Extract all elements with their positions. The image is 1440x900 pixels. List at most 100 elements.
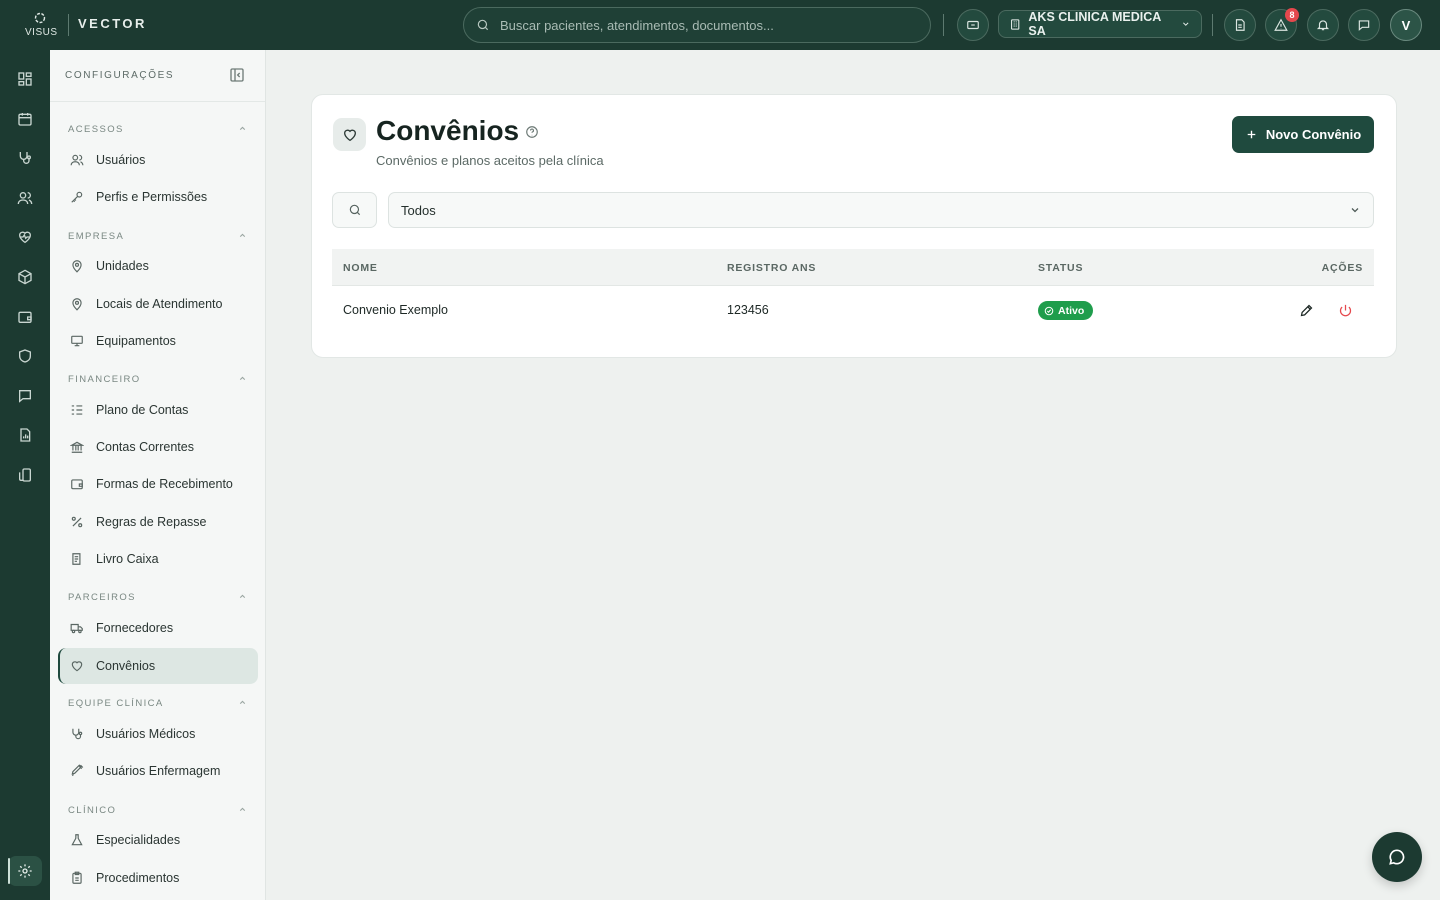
plus-icon xyxy=(1247,130,1256,139)
heart-icon xyxy=(333,118,366,151)
page-title: Convênios xyxy=(376,115,520,146)
sidebar-item-label: Unidades xyxy=(96,259,149,273)
visus-logo[interactable]: VISUS xyxy=(22,12,58,38)
sidebar-item-label: Equipamentos xyxy=(96,334,176,348)
syringe-icon xyxy=(71,764,84,777)
sidebar-item-usuarios[interactable]: Usuários xyxy=(58,142,258,178)
calendar-icon[interactable] xyxy=(14,108,36,130)
divider xyxy=(68,14,69,36)
section-label-equipe-clinica: EQUIPE CLÍNICA xyxy=(68,698,164,709)
sidebar-title: CONFIGURAÇÕES xyxy=(65,70,175,81)
sidebar-item-livro-caixa[interactable]: Livro Caixa xyxy=(58,541,258,577)
chevron-up-icon[interactable] xyxy=(238,231,247,240)
message-icon[interactable] xyxy=(14,385,36,407)
column-header-status[interactable]: STATUS xyxy=(1038,262,1083,274)
wallet-icon xyxy=(71,479,83,490)
dashboard-icon[interactable] xyxy=(14,68,36,90)
sidebar-item-procedimentos[interactable]: Procedimentos xyxy=(58,860,258,896)
tablet-icon[interactable] xyxy=(14,464,36,486)
sidebar-item-regras-repasse[interactable]: Regras de Repasse xyxy=(58,504,258,540)
sidebar-item-plano-contas[interactable]: Plano de Contas xyxy=(58,392,258,428)
cell-registry: 123456 xyxy=(727,303,769,317)
section-label-acessos: ACESSOS xyxy=(68,124,124,135)
sidebar-header: CONFIGURAÇÕES xyxy=(50,50,265,102)
documents-button[interactable] xyxy=(1224,9,1256,41)
sidebar-item-locais[interactable]: Locais de Atendimento xyxy=(58,286,258,322)
alerts-count-badge: 8 xyxy=(1285,8,1299,22)
chevron-down-icon xyxy=(1183,22,1189,26)
column-header-actions: AÇÕES xyxy=(1321,262,1363,274)
chevron-up-icon[interactable] xyxy=(238,592,247,601)
rail-active-indicator xyxy=(8,858,10,884)
sidebar-item-label: Perfis e Permissões xyxy=(96,190,208,204)
status-filter-value: Todos xyxy=(401,202,436,218)
sidebar-item-usuarios-enfermagem[interactable]: Usuários Enfermagem xyxy=(58,753,258,789)
status-filter-select[interactable]: Todos xyxy=(388,192,1374,228)
chevron-up-icon[interactable] xyxy=(238,374,247,383)
chevron-down-icon xyxy=(1351,208,1359,213)
check-circle-icon xyxy=(1044,306,1054,315)
sidebar-item-unidades[interactable]: Unidades xyxy=(58,248,258,284)
chevron-up-icon[interactable] xyxy=(238,698,247,707)
map-pin-icon xyxy=(72,260,82,273)
sidebar-item-fornecedores[interactable]: Fornecedores xyxy=(58,610,258,646)
chevron-up-icon[interactable] xyxy=(238,805,247,814)
status-label: Ativo xyxy=(1058,304,1085,317)
ticket-button[interactable] xyxy=(957,9,989,41)
search-input[interactable] xyxy=(500,8,920,42)
sidebar-item-label: Plano de Contas xyxy=(96,403,189,417)
sidebar-item-perfis[interactable]: Perfis e Permissões xyxy=(58,179,258,215)
column-header-name[interactable]: NOME xyxy=(343,262,378,274)
section-label-clinico: CLÍNICO xyxy=(68,805,117,816)
settings-icon[interactable] xyxy=(14,860,36,882)
cell-name: Convenio Exemplo xyxy=(343,303,448,317)
sidebar-item-label: Contas Correntes xyxy=(96,440,194,454)
clinic-selector[interactable]: AKS CLINICA MEDICA SA xyxy=(998,10,1202,38)
global-search[interactable] xyxy=(463,7,931,43)
sidebar-item-formas-recebimento[interactable]: Formas de Recebimento xyxy=(58,466,258,502)
edit-button[interactable] xyxy=(1297,301,1315,319)
sidebar-item-especialidades[interactable]: Especialidades xyxy=(58,822,258,858)
map-pin-icon xyxy=(72,298,82,311)
sidebar-item-equipamentos[interactable]: Equipamentos xyxy=(58,323,258,359)
users-icon xyxy=(70,154,84,166)
wallet-icon[interactable] xyxy=(14,306,36,328)
messages-button[interactable] xyxy=(1348,9,1380,41)
chevron-up-icon[interactable] xyxy=(238,124,247,133)
shield-icon[interactable] xyxy=(14,345,36,367)
power-icon xyxy=(1339,304,1351,316)
table-header: NOME REGISTRO ANS STATUS AÇÕES xyxy=(332,249,1374,286)
search-icon xyxy=(477,19,489,31)
user-avatar[interactable]: V xyxy=(1390,9,1422,41)
report-icon[interactable] xyxy=(14,424,36,446)
collapse-sidebar-icon[interactable] xyxy=(229,67,245,83)
column-header-registry[interactable]: REGISTRO ANS xyxy=(727,262,816,274)
sidebar-item-convenios[interactable]: Convênios xyxy=(58,648,258,684)
filter-search-button[interactable] xyxy=(332,192,377,228)
deactivate-button[interactable] xyxy=(1336,301,1354,319)
stethoscope-icon[interactable] xyxy=(14,147,36,169)
help-icon[interactable] xyxy=(525,125,539,139)
sidebar-item-label: Locais de Atendimento xyxy=(96,297,223,311)
settings-sidebar: CONFIGURAÇÕES ACESSOS Usuários Perfis e … xyxy=(50,50,266,900)
list-tree-icon xyxy=(71,405,83,415)
section-label-parceiros: PARCEIROS xyxy=(68,592,136,603)
table-row[interactable]: Convenio Exemplo 123456 Ativo xyxy=(332,286,1374,334)
sidebar-item-contas-correntes[interactable]: Contas Correntes xyxy=(58,429,258,465)
new-convenio-button[interactable]: Novo Convênio xyxy=(1232,116,1374,153)
clinic-name: AKS CLINICA MEDICA SA xyxy=(1028,10,1161,38)
logo-mark-icon xyxy=(34,12,46,24)
app-name: VECTOR xyxy=(78,16,147,31)
notifications-button[interactable] xyxy=(1307,9,1339,41)
heart-pulse-icon[interactable] xyxy=(14,226,36,248)
sidebar-item-label: Procedimentos xyxy=(96,871,180,885)
search-icon xyxy=(349,204,360,216)
convenios-card: Convênios Convênios e planos aceitos pel… xyxy=(311,94,1397,358)
chat-fab-button[interactable] xyxy=(1372,832,1422,882)
sidebar-item-usuarios-medicos[interactable]: Usuários Médicos xyxy=(58,716,258,752)
flask-icon xyxy=(71,834,83,846)
sidebar-item-label: Usuários Médicos xyxy=(96,727,196,741)
users-icon[interactable] xyxy=(14,187,36,209)
box-icon[interactable] xyxy=(14,266,36,288)
truck-icon xyxy=(70,623,83,634)
